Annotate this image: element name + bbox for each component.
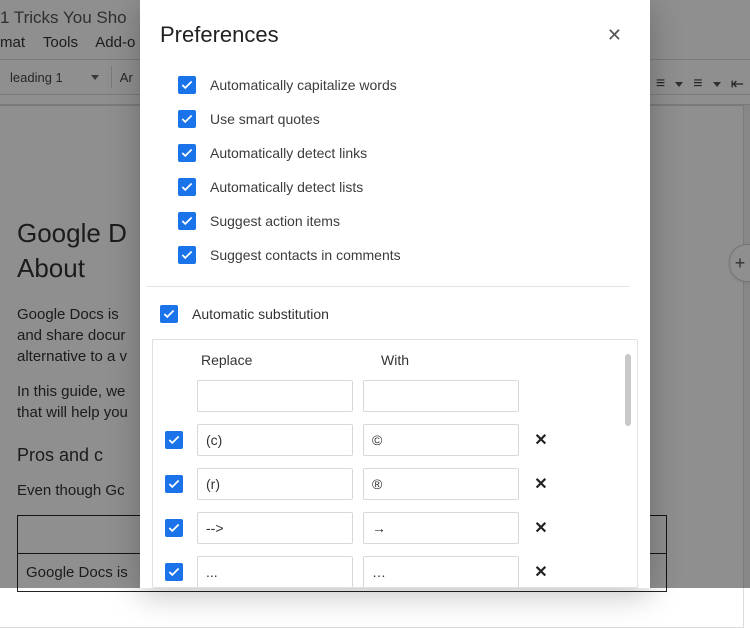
pref-label: Use smart quotes xyxy=(210,111,320,127)
dialog-header: Preferences ✕ xyxy=(140,0,650,68)
pref-label: Automatic substitution xyxy=(192,306,329,322)
replace-input[interactable] xyxy=(197,424,353,456)
header-replace: Replace xyxy=(201,352,381,368)
checkbox-detect-lists[interactable] xyxy=(178,178,196,196)
pref-row-smart-quotes: Use smart quotes xyxy=(178,102,630,136)
row-checkbox-slot xyxy=(161,519,187,537)
pref-row-detect-links: Automatically detect links xyxy=(178,136,630,170)
substitution-row: ✕ xyxy=(161,462,609,506)
checkbox-detect-links[interactable] xyxy=(178,144,196,162)
with-input[interactable] xyxy=(363,424,519,456)
pref-label: Suggest action items xyxy=(210,213,340,229)
pref-row-capitalize: Automatically capitalize words xyxy=(178,68,630,102)
checkbox-auto-substitution[interactable] xyxy=(160,305,178,323)
substitution-row: ✕ xyxy=(161,418,609,462)
replace-input[interactable] xyxy=(197,512,353,544)
remove-row-button[interactable]: ✕ xyxy=(529,430,553,450)
pref-label: Automatically capitalize words xyxy=(210,77,397,93)
substitution-table: Replace With ✕ ✕ ✕ ✕ xyxy=(152,339,638,588)
checkbox-smart-quotes[interactable] xyxy=(178,110,196,128)
remove-row-button[interactable]: ✕ xyxy=(529,562,553,582)
close-icon: ✕ xyxy=(607,25,622,45)
with-input[interactable] xyxy=(363,512,519,544)
replace-input[interactable] xyxy=(197,380,353,412)
pref-row-action-items: Suggest action items xyxy=(178,204,630,238)
pref-row-detect-lists: Automatically detect lists xyxy=(178,170,630,204)
preferences-dialog: Preferences ✕ Automatically capitalize w… xyxy=(140,0,650,588)
substitution-row xyxy=(161,374,609,418)
pref-label: Automatically detect lists xyxy=(210,179,363,195)
row-enable-checkbox[interactable] xyxy=(165,475,183,493)
pref-label: Automatically detect links xyxy=(210,145,367,161)
checkbox-capitalize[interactable] xyxy=(178,76,196,94)
row-checkbox-slot xyxy=(161,475,187,493)
preferences-list: Automatically capitalize words Use smart … xyxy=(140,68,650,286)
substitution-row: ✕ xyxy=(161,506,609,550)
remove-row-button[interactable]: ✕ xyxy=(529,474,553,494)
replace-input[interactable] xyxy=(197,556,353,588)
replace-input[interactable] xyxy=(197,468,353,500)
row-checkbox-slot xyxy=(161,563,187,581)
with-input[interactable] xyxy=(363,380,519,412)
dialog-title: Preferences xyxy=(160,22,279,48)
row-enable-checkbox[interactable] xyxy=(165,431,183,449)
scrollbar-thumb[interactable] xyxy=(625,354,631,426)
with-input[interactable] xyxy=(363,556,519,588)
substitution-headers: Replace With xyxy=(161,352,609,368)
row-enable-checkbox[interactable] xyxy=(165,563,183,581)
pref-label: Suggest contacts in comments xyxy=(210,247,401,263)
checkbox-contacts[interactable] xyxy=(178,246,196,264)
checkbox-action-items[interactable] xyxy=(178,212,196,230)
with-input[interactable] xyxy=(363,468,519,500)
substitution-rows: ✕ ✕ ✕ ✕ xyxy=(161,374,609,588)
remove-row-button[interactable]: ✕ xyxy=(529,518,553,538)
row-checkbox-slot xyxy=(161,431,187,449)
close-button[interactable]: ✕ xyxy=(603,22,626,48)
header-with: With xyxy=(381,352,561,368)
pref-auto-substitution: Automatic substitution xyxy=(140,287,650,339)
pref-row-contacts: Suggest contacts in comments xyxy=(178,238,630,272)
substitution-row: ✕ xyxy=(161,550,609,588)
row-enable-checkbox[interactable] xyxy=(165,519,183,537)
